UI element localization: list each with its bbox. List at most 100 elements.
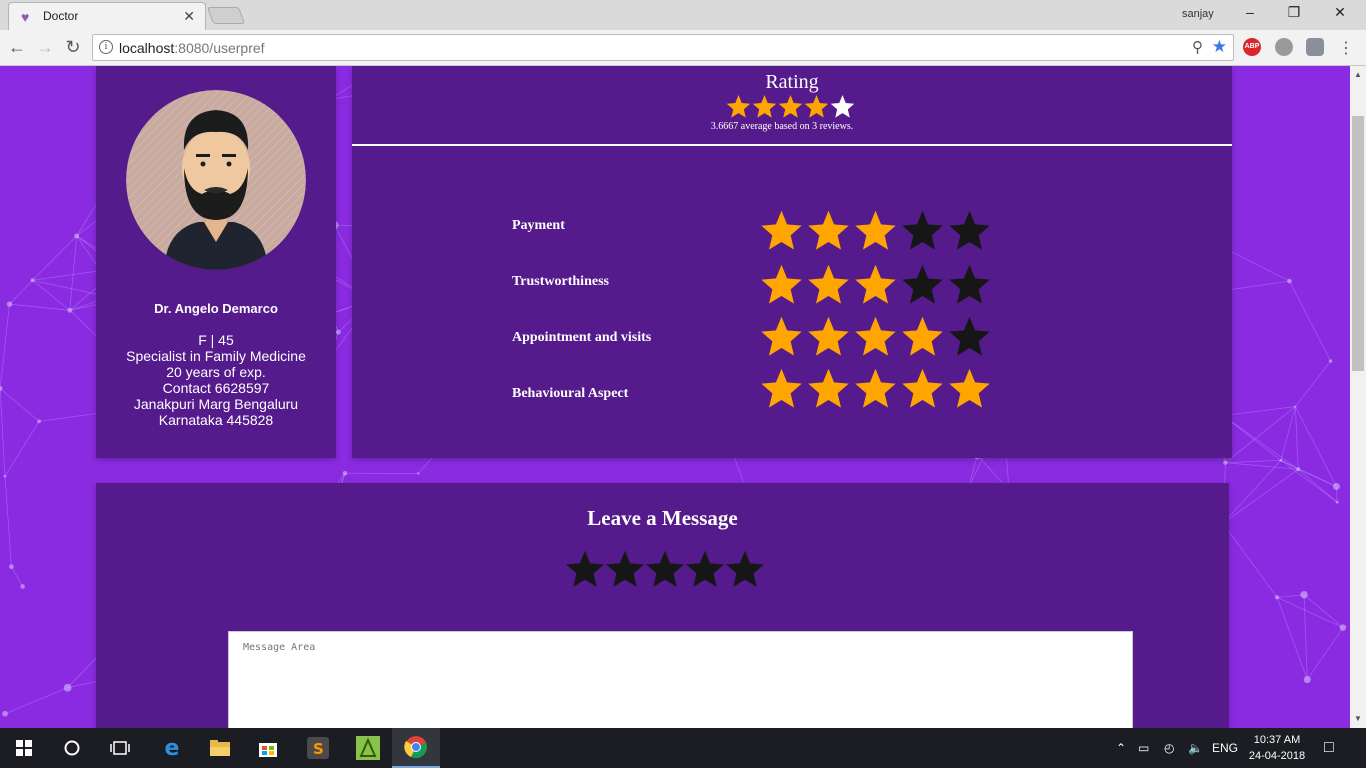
star-filled-icon [752,95,777,118]
address-line-1: Janakpuri Marg Bengaluru [133,396,299,412]
star-empty-icon[interactable] [605,549,645,589]
star-filled-icon [804,95,829,118]
star-filled-icon [902,368,943,408]
star-filled-icon [808,264,849,304]
star-empty-icon[interactable] [645,549,685,589]
star-filled-icon [778,95,803,118]
scroll-up-icon[interactable]: ▲ [1354,70,1362,79]
star-filled-icon [761,368,802,408]
file-explorer-icon[interactable] [196,728,244,768]
doctor-avatar [126,90,306,270]
app-icon[interactable] [344,728,392,768]
page-scrollbar[interactable]: ▲ ▼ [1350,66,1366,728]
star-filled-icon [761,316,802,356]
message-title: Leave a Message [587,506,738,530]
star-filled-icon [808,210,849,250]
sublime-icon[interactable]: S [294,728,342,768]
svg-text:S: S [313,740,324,758]
rating-divider [352,144,1232,146]
star-empty-icon[interactable] [725,549,765,589]
star-filled-icon [808,316,849,356]
cortana-icon[interactable] [48,728,96,768]
star-empty-icon[interactable] [565,549,605,589]
menu-dots-icon[interactable]: ⋮ [1338,38,1354,58]
leave-message-card: Leave a Message [96,483,1229,728]
star-empty-icon [830,95,855,118]
task-view-icon[interactable] [96,728,144,768]
info-icon[interactable]: i [99,40,113,54]
aspect-label-payment: Payment [512,218,565,233]
message-textarea[interactable] [228,631,1133,728]
star-filled-icon [855,210,896,250]
extension-icon[interactable] [1275,38,1293,56]
star-empty-icon [949,316,990,356]
rating-card: Rating 3.6667 average based on 3 reviews… [352,66,1232,458]
system-clock[interactable]: 10:37 AM 24-04-2018 [1246,732,1308,764]
aspect-label-behaviour: Behavioural Aspect [512,386,629,401]
notification-icon[interactable]: □ [1324,739,1334,757]
restore-button[interactable]: ❐ [1284,4,1304,21]
store-icon[interactable] [244,728,292,768]
rating-title: Rating [765,71,819,93]
star-filled-icon [902,316,943,356]
forward-icon[interactable]: → [34,37,56,58]
shield-extension-icon[interactable] [1306,38,1324,56]
aspect-stars-appointment [760,315,991,358]
message-rating-input[interactable] [565,549,765,589]
new-tab-button[interactable] [206,7,246,24]
star-empty-icon [902,264,943,304]
volume-icon[interactable]: 🔈 [1188,741,1203,755]
language-indicator[interactable]: ENG [1212,741,1238,755]
close-window-button[interactable]: ✕ [1330,4,1350,21]
star-filled-icon [761,210,802,250]
star-filled-icon [726,95,751,118]
favicon-heart-icon: ♥ [21,9,30,25]
doctor-profile-card: Dr. Angelo Demarco F | 45 Specialist in … [96,66,336,458]
battery-icon[interactable]: ▭ [1138,741,1149,755]
star-empty-icon [949,210,990,250]
reload-icon[interactable]: ↻ [62,37,84,58]
zoom-icon[interactable]: ⚲ [1192,38,1203,56]
browser-tab[interactable]: ♥ Doctor ✕ [8,2,206,30]
back-icon[interactable]: ← [6,37,28,58]
star-filled-icon [761,264,802,304]
star-filled-icon [855,368,896,408]
contact: Contact 6628597 [162,380,270,396]
address-line-2: Karnataka 445828 [158,412,274,428]
browser-toolbar: ← → ↻ i localhost:8080/userpref ⚲ ★ ABP … [0,30,1366,66]
star-empty-icon [902,210,943,250]
aspect-stars-payment [760,209,991,252]
page-viewport: Dr. Angelo Demarco F | 45 Specialist in … [0,66,1350,728]
tab-title: Doctor [43,9,79,23]
chrome-icon[interactable] [392,728,440,768]
star-filled-icon [855,316,896,356]
address-bar[interactable]: i localhost:8080/userpref ⚲ ★ [92,34,1234,61]
star-filled-icon [808,368,849,408]
clock-time: 10:37 AM [1253,734,1301,746]
aspect-stars-behaviour [760,367,991,410]
doctor-details: F | 45 Specialist in Family Medicine 20 … [96,332,336,428]
adblock-extension-icon[interactable]: ABP [1243,38,1261,56]
window-user-label[interactable]: sanjay [1182,8,1214,20]
show-hidden-icons[interactable]: ⌃ [1116,741,1126,755]
star-empty-icon[interactable] [685,549,725,589]
minimize-button[interactable]: – [1240,4,1260,20]
star-filled-icon [855,264,896,304]
url-text[interactable]: localhost:8080/userpref [119,40,265,56]
rating-summary: 3.6667 average based on 3 reviews. [710,121,854,132]
overall-rating-stars [726,94,855,119]
experience: 20 years of exp. [166,364,266,380]
aspect-stars-trustworthiness [760,263,991,306]
aspect-label-appointment: Appointment and visits [512,330,652,345]
scroll-down-icon[interactable]: ▼ [1354,714,1362,723]
clock-date: 24-04-2018 [1248,750,1306,762]
scroll-thumb[interactable] [1352,116,1364,371]
bookmark-star-icon[interactable]: ★ [1212,37,1227,57]
tab-close-icon[interactable]: ✕ [183,8,195,25]
windows-taskbar: e S ⌃ ▭ ◴ 🔈 ENG 10:37 AM 24-04-2018 □ [0,728,1366,768]
star-filled-icon [949,368,990,408]
network-icon[interactable]: ◴ [1164,741,1174,755]
doctor-name: Dr. Angelo Demarco [154,301,278,316]
edge-icon[interactable]: e [148,728,196,768]
windows-start-icon[interactable] [0,728,48,768]
